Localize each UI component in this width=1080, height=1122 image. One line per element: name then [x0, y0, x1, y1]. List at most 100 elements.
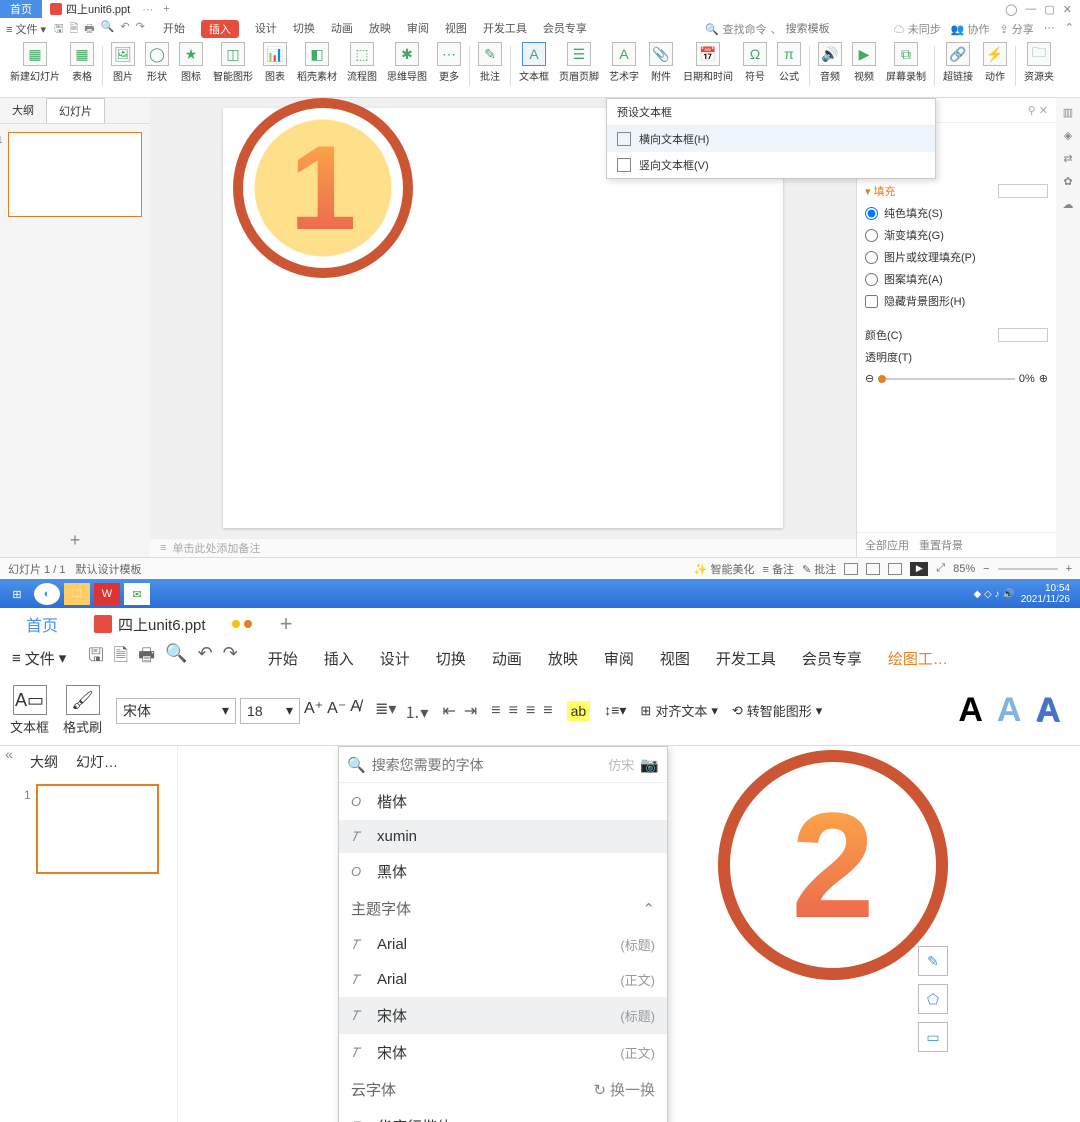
textbox-button[interactable]: A文本框	[515, 42, 553, 83]
datetime-button[interactable]: 📅日期和时间	[679, 42, 737, 83]
undo-icon[interactable]: ↶	[120, 20, 129, 39]
side-design-icon[interactable]: ✿	[1063, 175, 1072, 188]
tab-transition[interactable]: 切换	[436, 648, 466, 669]
more-button[interactable]: ⋯更多	[433, 42, 465, 83]
sync-status[interactable]: ☁ 未同步	[894, 21, 941, 37]
tray-icons[interactable]: ◆ ◇ ♪ 🔊	[974, 589, 1015, 600]
share-button[interactable]: ⇪ 分享	[1000, 21, 1034, 37]
view-normal-icon[interactable]	[844, 563, 858, 575]
tab-review[interactable]: 审阅	[407, 20, 429, 38]
panel-pin-icon[interactable]: ⚲ ✕	[1028, 104, 1048, 117]
align-left-icon[interactable]: ≡	[491, 702, 500, 720]
pen-tool-icon[interactable]: ✎	[918, 946, 948, 976]
tab-design[interactable]: 设计	[255, 20, 277, 38]
file-menu[interactable]: ≡ 文件 ▾	[6, 21, 46, 37]
zoom-level[interactable]: 85%	[953, 563, 975, 575]
rect-tool-icon[interactable]: ▭	[918, 1022, 948, 1052]
minimize-icon[interactable]: —	[1025, 3, 1036, 16]
tab-dev[interactable]: 开发工具	[716, 648, 776, 669]
save-icon[interactable]: 🖫	[88, 643, 103, 673]
cloud-font-1[interactable]: 𝑇华康行楷体 W5	[339, 1108, 667, 1122]
outline-tab-thumbs[interactable]: 幻灯…	[76, 752, 118, 772]
grow-font-icon[interactable]: A⁺	[304, 698, 323, 724]
tab2-document[interactable]: 四上unit6.ppt	[84, 610, 216, 639]
tab-insert[interactable]: 插入	[201, 20, 239, 38]
side-trans-icon[interactable]: ⇄	[1063, 152, 1072, 165]
side-anim-icon[interactable]: ◈	[1064, 129, 1072, 142]
wordart-gallery[interactable]: A A A	[958, 691, 1070, 730]
theme-font-1[interactable]: 𝑇Arial(标题)	[339, 927, 667, 962]
tab-play[interactable]: 放映	[369, 20, 391, 38]
align-justify-icon[interactable]: ≡	[543, 702, 552, 720]
fill-gradient-radio[interactable]	[865, 229, 878, 242]
color-select[interactable]	[998, 328, 1048, 342]
fill-picture-radio[interactable]	[865, 251, 878, 264]
comments-toggle[interactable]: ✎ 批注	[802, 561, 836, 577]
preview-icon[interactable]: 🔍	[101, 20, 115, 39]
avatar-icon[interactable]: ◯	[1005, 3, 1017, 16]
iconlib-button[interactable]: ★图标	[175, 42, 207, 83]
font-recent-3[interactable]: O黑体	[339, 853, 667, 890]
print-icon[interactable]: 🖶	[138, 643, 155, 673]
collapse-icon[interactable]: ⌃	[1065, 21, 1074, 37]
slide-thumb2-1[interactable]: 1	[36, 784, 159, 874]
font-select[interactable]: 宋体▾	[116, 698, 236, 724]
gallery-button[interactable]: ◧稻壳素材	[293, 42, 341, 83]
tab-dev[interactable]: 开发工具	[483, 20, 527, 38]
file-menu2[interactable]: ≡ 文件 ▾	[12, 648, 66, 669]
tab-insert[interactable]: 插入	[324, 648, 354, 669]
add-slide-button[interactable]: +	[0, 524, 150, 557]
theme-fonts-header[interactable]: 主题字体⌃	[339, 890, 667, 927]
symbol-button[interactable]: Ω符号	[739, 42, 771, 83]
comment-button[interactable]: ✎批注	[474, 42, 506, 83]
wechat-icon[interactable]: ✉	[124, 583, 150, 605]
font-suggestion[interactable]: 仿宋	[608, 755, 634, 774]
command-search[interactable]: 🔍 查找命令、	[705, 21, 866, 37]
collab-button[interactable]: 👥 协作	[951, 21, 990, 37]
chart-button[interactable]: 📊图表	[259, 42, 291, 83]
tab-view[interactable]: 视图	[660, 648, 690, 669]
audio-button[interactable]: 🔊音频	[814, 42, 846, 83]
smartart-button[interactable]: ◫智能图形	[209, 42, 257, 83]
screenrec-button[interactable]: ⧉屏幕录制	[882, 42, 930, 83]
fit-icon[interactable]: ⤢	[936, 562, 945, 575]
headerfooter-button[interactable]: ☰页眉页脚	[555, 42, 603, 83]
save-icon[interactable]: 🖫	[54, 20, 63, 39]
size-select[interactable]: 18▾	[240, 698, 300, 724]
table-button[interactable]: ▦表格	[66, 42, 98, 83]
textbox-button[interactable]: A▭文本框	[10, 685, 49, 736]
bullets-icon[interactable]: ≣▾	[375, 699, 396, 723]
wordart-button[interactable]: A艺术字	[605, 42, 643, 83]
side-prop-icon[interactable]: ▥	[1063, 106, 1073, 119]
tab-home[interactable]: 首页	[0, 0, 42, 18]
tab-member[interactable]: 会员专享	[543, 20, 587, 38]
wordart-style-3[interactable]: A	[1035, 691, 1060, 730]
wordart-style-2[interactable]: A	[997, 691, 1022, 730]
equation-button[interactable]: π公式	[773, 42, 805, 83]
shrink-font-icon[interactable]: A⁻	[327, 698, 346, 724]
tab-member[interactable]: 会员专享	[802, 648, 862, 669]
apply-all-button[interactable]: 全部应用	[865, 537, 909, 553]
close-icon[interactable]: ✕	[1063, 3, 1072, 16]
tab2-add[interactable]: +	[280, 611, 293, 637]
new-slide-button[interactable]: ▦新建幻灯片	[6, 42, 64, 83]
fill-section-toggle[interactable]: ▾ 填充	[865, 183, 896, 199]
mindmap-button[interactable]: ✱思维导图	[383, 42, 431, 83]
cloud-fonts-header[interactable]: 云字体↻ 换一换	[339, 1071, 667, 1108]
beautify-button[interactable]: ✨ 智能美化	[694, 561, 755, 577]
hide-bg-checkbox[interactable]	[865, 295, 878, 308]
outline-tab-text[interactable]: 大纲	[0, 98, 46, 123]
format-painter-button[interactable]: 🖌格式刷	[63, 685, 102, 736]
collapse-outline-icon[interactable]: «	[0, 746, 18, 1122]
attach-button[interactable]: 📎附件	[645, 42, 677, 83]
tab2-home[interactable]: 首页	[8, 608, 76, 640]
tab-anim[interactable]: 动画	[331, 20, 353, 38]
image-button[interactable]: 🖼图片	[107, 42, 139, 83]
wps-icon[interactable]: W	[94, 583, 120, 605]
tab-play[interactable]: 放映	[548, 648, 578, 669]
convert-smart-button[interactable]: ⟲ 转智能图形▾	[732, 701, 822, 720]
theme-font-4[interactable]: 𝑇宋体(正文)	[339, 1034, 667, 1071]
tab-add[interactable]: +	[163, 3, 169, 15]
fill-preset-select[interactable]	[998, 184, 1048, 198]
zoom-in-icon[interactable]: +	[1066, 563, 1072, 575]
